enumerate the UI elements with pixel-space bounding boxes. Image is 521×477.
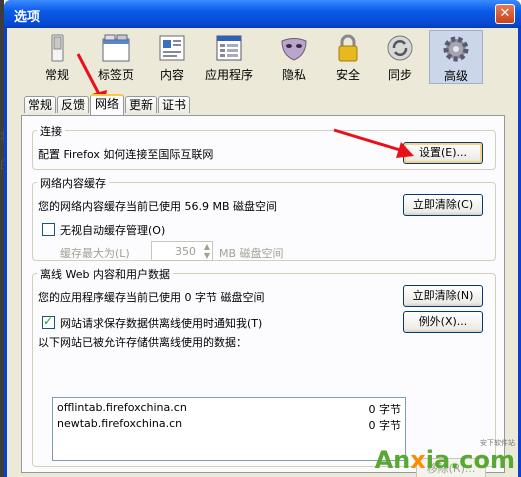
lock-icon	[338, 34, 358, 62]
pane-applications[interactable]: 应用程序	[199, 30, 259, 84]
preferences-pane-toolbar: 常规 标签页 内容 应用程序 隐私 安全 同步 高级	[7, 28, 518, 84]
pane-label: 标签页	[97, 68, 134, 82]
pane-privacy[interactable]: 隐私	[269, 30, 319, 84]
switch-icon	[51, 34, 64, 62]
options-dialog: 选项 ✕ 常规 标签页 内容 应用程序 隐私 安全 同步 高级 常规 反馈 网络…	[4, 0, 521, 477]
pane-label: 安全	[335, 68, 360, 82]
group-legend: 网络内容缓存	[37, 175, 109, 191]
site-name: newtab.firefoxchina.cn	[57, 417, 183, 430]
tab-general[interactable]: 常规	[24, 96, 56, 113]
pane-label: 内容	[159, 68, 184, 82]
network-tab-panel: 连接 配置 Firefox 如何连接至国际互联网 设置(E)... 网络内容缓存…	[21, 115, 505, 477]
site-name: offlintab.firefoxchina.cn	[57, 401, 187, 414]
cache-limit-spinner[interactable]: 350 ▲ ▼	[151, 241, 213, 261]
offline-usage-text: 您的应用程序缓存当前已使用 0 字节 磁盘空间	[38, 291, 265, 304]
override-cache-label: 无视自动缓存管理(O)	[60, 224, 166, 237]
close-icon: ✕	[499, 6, 511, 21]
tab-feedback[interactable]: 反馈	[57, 96, 89, 113]
connection-description: 配置 Firefox 如何连接至国际互联网	[38, 148, 214, 161]
gear-icon	[443, 36, 469, 62]
pane-general[interactable]: 常规	[29, 30, 85, 84]
checkmark-icon: ✓	[43, 314, 54, 328]
cache-usage-text: 您的网络内容缓存当前已使用 56.9 MB 磁盘空间	[38, 200, 278, 213]
list-item[interactable]: offlintab.firefoxchina.cn 0 字节	[57, 401, 401, 416]
pane-label: 高级	[443, 69, 468, 83]
spinner-arrows-icon: ▲ ▼	[203, 242, 210, 260]
tab-network[interactable]: 网络	[90, 94, 124, 115]
pane-label: 隐私	[281, 68, 306, 82]
tab-update[interactable]: 更新	[125, 96, 157, 113]
title-bar[interactable]: 选项 ✕	[4, 0, 521, 28]
pane-content[interactable]: 内容	[147, 30, 197, 84]
connection-group: 连接 配置 Firefox 如何连接至国际互联网 设置(E)...	[32, 123, 496, 170]
offline-exceptions-button[interactable]: 例外(X)...	[403, 311, 483, 333]
dialog-client-area: 常规 标签页 内容 应用程序 隐私 安全 同步 高级 常规 反馈 网络 更新 证…	[7, 28, 518, 477]
tabs-icon	[102, 34, 130, 62]
override-cache-checkbox[interactable]	[42, 223, 55, 236]
cache-limit-value: 350	[175, 245, 196, 258]
dialog-title: 选项	[14, 10, 41, 25]
pane-label: 同步	[387, 68, 412, 82]
cache-group: 网络内容缓存 您的网络内容缓存当前已使用 56.9 MB 磁盘空间 立即清除(C…	[32, 175, 496, 261]
mask-icon	[281, 38, 307, 61]
watermark-logo: Anxia.com 安下软件站	[374, 439, 515, 474]
pane-sync[interactable]: 同步	[375, 30, 425, 84]
pane-label: 常规	[44, 68, 69, 82]
list-item[interactable]: newtab.firefoxchina.cn 0 字节	[57, 417, 401, 432]
connection-settings-button[interactable]: 设置(E)...	[403, 142, 483, 164]
sync-icon	[387, 35, 413, 61]
site-size: 0 字节	[368, 403, 402, 416]
pane-advanced[interactable]: 高级	[429, 30, 483, 84]
cache-limit-label: 缓存最大为(L)	[60, 247, 130, 260]
notify-offline-checkbox[interactable]: ✓	[42, 314, 55, 329]
applications-icon	[216, 35, 242, 61]
group-legend: 离线 Web 内容和用户数据	[37, 266, 173, 282]
site-size: 0 字节	[368, 419, 402, 432]
offline-sites-list[interactable]: offlintab.firefoxchina.cn 0 字节 newtab.fi…	[52, 397, 406, 461]
notify-offline-label: 网站请求保存数据供离线使用时通知我(T)	[60, 317, 263, 330]
clear-offline-button[interactable]: 立即清除(N)	[403, 285, 483, 307]
pane-tabs[interactable]: 标签页	[87, 30, 145, 84]
close-button[interactable]: ✕	[495, 4, 515, 24]
pane-label: 应用程序	[204, 68, 253, 82]
clear-cache-button[interactable]: 立即清除(C)	[403, 194, 483, 216]
cache-limit-unit: MB 磁盘空间	[219, 247, 284, 260]
tab-certificates[interactable]: 证书	[158, 96, 190, 113]
group-legend: 连接	[37, 123, 65, 139]
content-icon	[159, 35, 185, 61]
offline-list-label: 以下网站已被允许存储供离线使用的数据：	[38, 336, 247, 349]
pane-security[interactable]: 安全	[323, 30, 373, 84]
